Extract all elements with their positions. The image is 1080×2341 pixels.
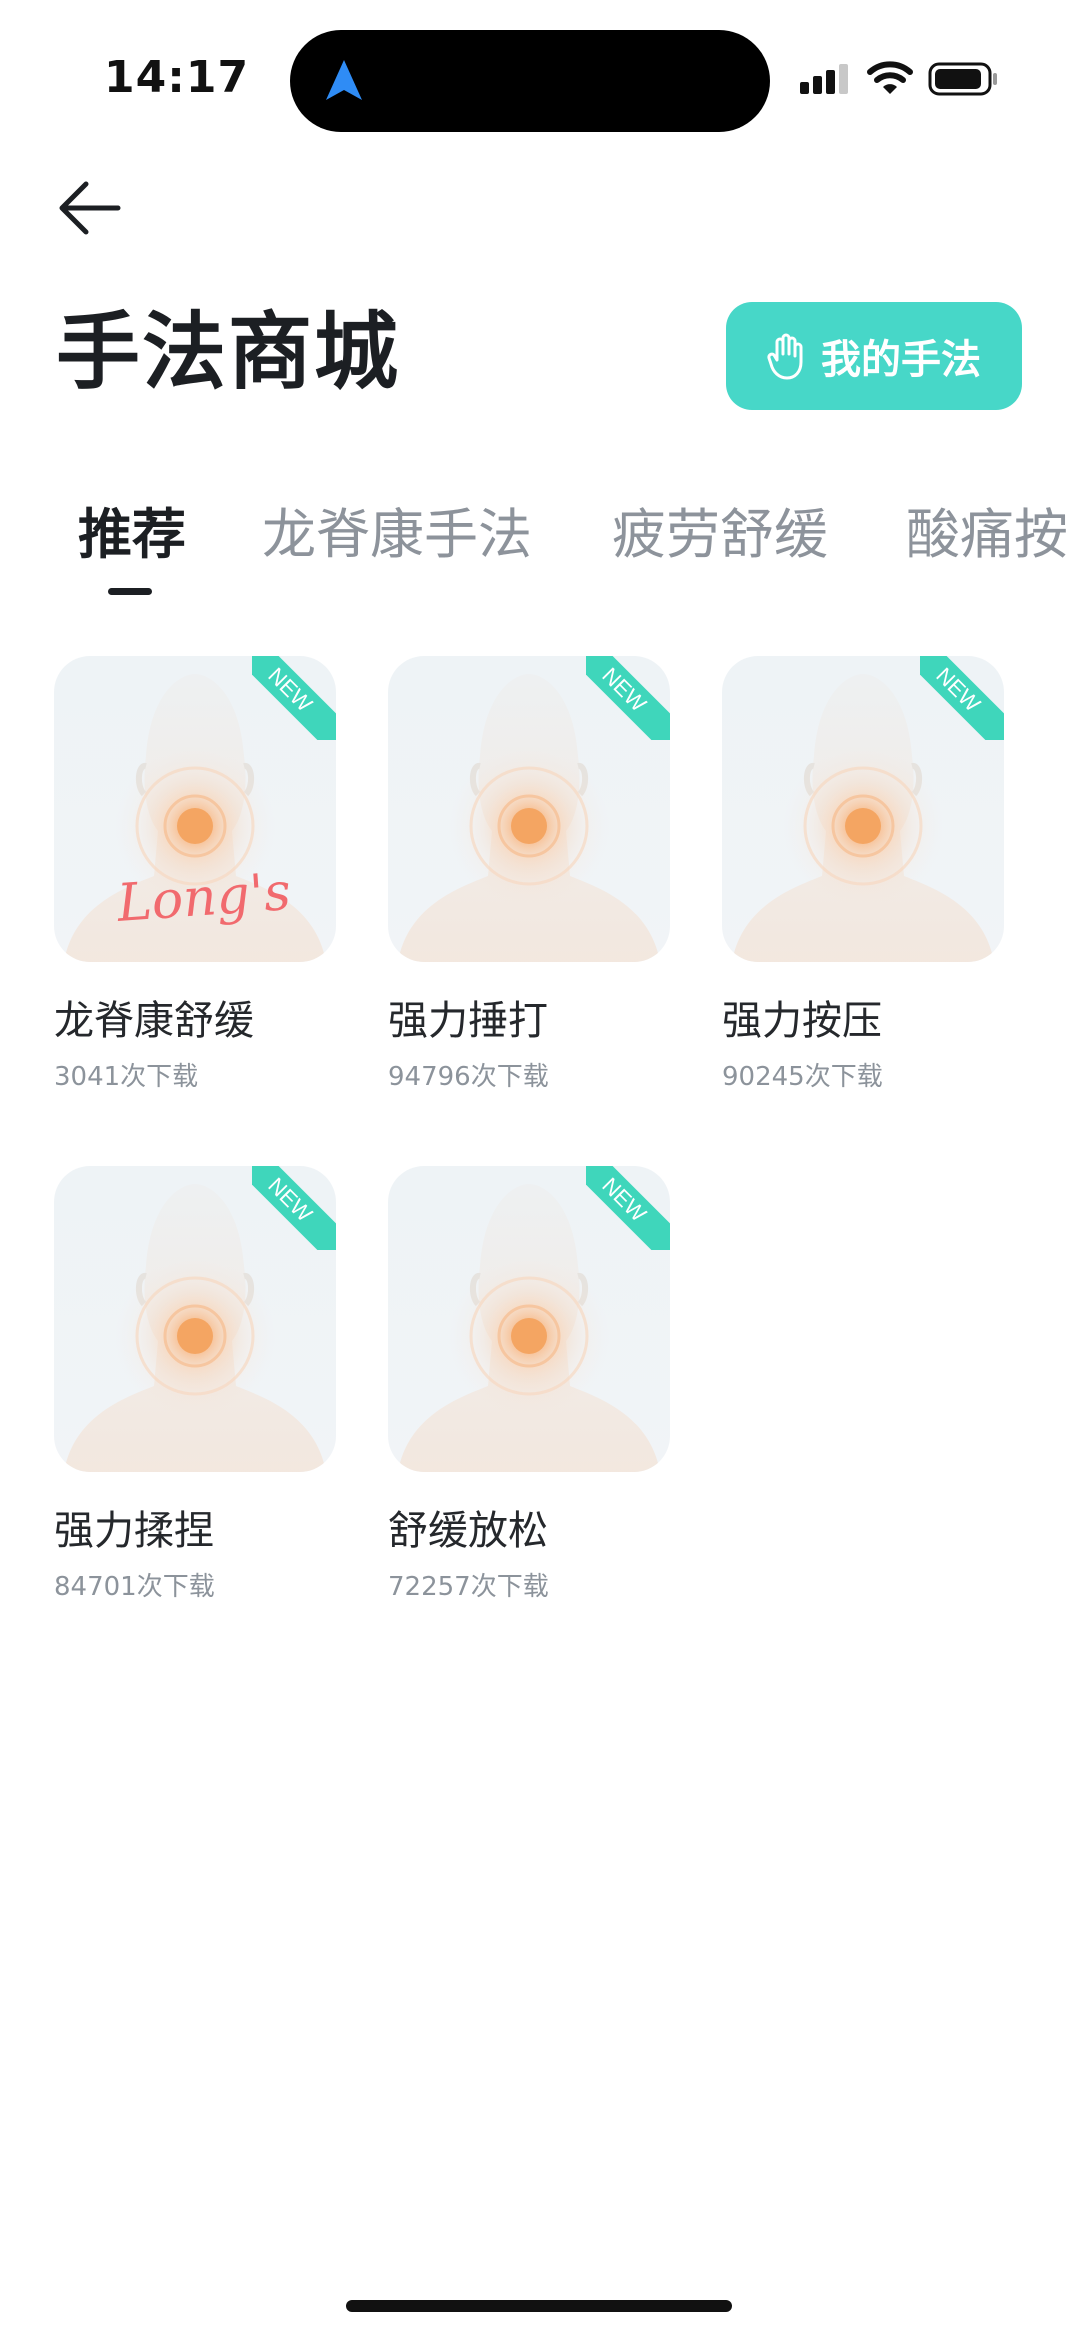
new-badge: NEW xyxy=(920,656,1004,740)
product-title: 强力按压 xyxy=(722,998,882,1044)
wifi-icon xyxy=(867,61,913,94)
product-card[interactable]: NEW 舒缓放松 72257次下载 xyxy=(388,1166,670,1604)
product-downloads: 94796次下载 xyxy=(388,1062,549,1092)
dynamic-island xyxy=(290,30,770,132)
product-card[interactable]: Long's NEW 龙脊康舒缓 3041次下载 xyxy=(54,656,336,1094)
product-title: 强力揉捏 xyxy=(54,1508,214,1554)
active-tab-indicator xyxy=(108,588,152,595)
product-title: 舒缓放松 xyxy=(388,1508,548,1554)
product-card[interactable]: NEW 强力按压 90245次下载 xyxy=(722,656,1004,1094)
product-title: 强力捶打 xyxy=(388,998,548,1044)
new-badge: NEW xyxy=(586,1166,670,1250)
navigation-arrow-icon xyxy=(326,60,362,100)
product-card[interactable]: NEW 强力揉捏 84701次下载 xyxy=(54,1166,336,1604)
product-card[interactable]: NEW 强力捶打 94796次下载 xyxy=(388,656,670,1094)
product-downloads: 90245次下载 xyxy=(722,1062,883,1092)
product-thumbnail: Long's NEW xyxy=(54,656,336,962)
product-thumbnail: NEW xyxy=(722,656,1004,962)
product-thumbnail: NEW xyxy=(388,656,670,962)
hand-icon xyxy=(767,333,803,380)
product-downloads: 3041次下载 xyxy=(54,1062,199,1092)
my-techniques-button[interactable]: 我的手法 xyxy=(726,302,1022,410)
tab-longjikang[interactable]: 龙脊康手法 xyxy=(262,490,532,580)
page-title: 手法商城 xyxy=(56,303,401,401)
product-title: 龙脊康舒缓 xyxy=(54,998,254,1044)
product-thumbnail: NEW xyxy=(388,1166,670,1472)
product-thumbnail: NEW xyxy=(54,1166,336,1472)
new-badge: NEW xyxy=(252,656,336,740)
category-tabs: 推荐 龙脊康手法 疲劳舒缓 酸痛按 xyxy=(0,490,1080,610)
new-badge: NEW xyxy=(586,656,670,740)
status-bar: 14:17 xyxy=(0,0,1080,150)
tab-fatigue-relief[interactable]: 疲劳舒缓 xyxy=(612,490,828,580)
page: 14:17 手法商城 我的手法 推荐 龙脊康手法 疲劳舒缓 酸痛按 Long's… xyxy=(0,0,1080,2341)
tab-soreness[interactable]: 酸痛按 xyxy=(906,490,1068,580)
new-badge: NEW xyxy=(252,1166,336,1250)
home-indicator xyxy=(346,2300,732,2312)
product-downloads: 84701次下载 xyxy=(54,1572,215,1602)
product-downloads: 72257次下载 xyxy=(388,1572,549,1602)
tab-recommended[interactable]: 推荐 xyxy=(78,490,186,580)
cellular-signal-icon xyxy=(800,64,848,94)
my-techniques-label: 我的手法 xyxy=(821,337,981,383)
status-time: 14:17 xyxy=(104,52,250,103)
back-arrow-icon[interactable] xyxy=(56,176,128,240)
battery-icon xyxy=(928,62,997,96)
